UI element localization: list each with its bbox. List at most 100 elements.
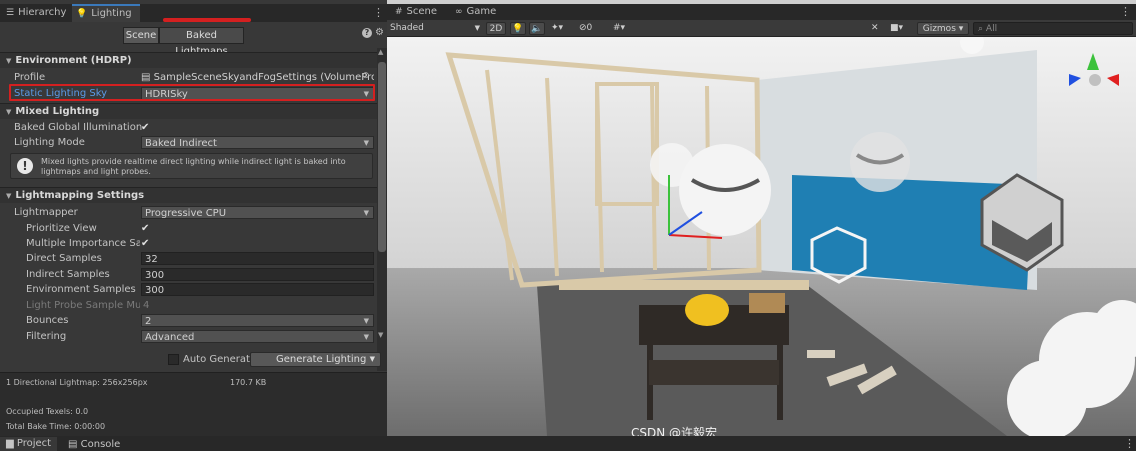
- baked-gi-row: Baked Global Illumination ✔: [0, 120, 377, 135]
- kebab-menu-icon[interactable]: ⋮: [1124, 437, 1135, 450]
- chevron-down-icon: ▼: [363, 139, 369, 147]
- total-bake-time: Total Bake Time: 0:00:00: [6, 422, 106, 431]
- chevron-down-icon: ▼: [363, 317, 369, 325]
- baked-gi-label: Baked Global Illumination: [14, 122, 142, 133]
- lightmapper-dropdown[interactable]: Progressive CPU ▼: [141, 206, 374, 219]
- profile-field[interactable]: ▤ SampleSceneSkyandFogSettings (VolumePr…: [141, 71, 374, 84]
- console-icon: ▤: [68, 439, 78, 450]
- chevron-down-icon[interactable]: ▼: [370, 353, 375, 366]
- annotation-highlight-box: [9, 84, 375, 101]
- direct-samples-label: Direct Samples: [26, 253, 102, 264]
- lighting-mode-dropdown[interactable]: Baked Indirect ▼: [141, 136, 374, 149]
- section-lightmapping[interactable]: ▼ Lightmapping Settings: [0, 187, 377, 203]
- foldout-icon: ▼: [6, 57, 12, 65]
- tab-baked-lightmaps[interactable]: Baked Lightmaps: [159, 27, 244, 57]
- grid-icon: #: [395, 7, 403, 17]
- tools-icon[interactable]: ✕: [871, 22, 885, 35]
- filtering-label: Filtering: [26, 331, 67, 342]
- prioritize-view-checkbox[interactable]: ✔: [141, 222, 152, 235]
- direct-samples-input[interactable]: 32: [141, 252, 374, 265]
- tab-console[interactable]: ▤ Console: [68, 438, 120, 451]
- generate-lighting-button[interactable]: Generate Lighting ▼: [250, 352, 381, 367]
- object-picker-icon[interactable]: ⊙: [362, 71, 370, 81]
- importance-sampling-checkbox[interactable]: ✔: [141, 237, 152, 250]
- info-icon: !: [17, 158, 33, 174]
- lightmap-size: 170.7 KB: [230, 378, 267, 387]
- section-mixed-lighting[interactable]: ▼ Mixed Lighting: [0, 103, 377, 119]
- lighting-toggle-icon[interactable]: 💡: [510, 22, 526, 35]
- kebab-menu-icon[interactable]: ⋮: [373, 6, 384, 19]
- hidden-objects-icon[interactable]: ⊘0: [579, 22, 609, 35]
- mixed-lighting-info: ! Mixed lights provide realtime direct l…: [10, 153, 373, 179]
- gizmos-dropdown[interactable]: Gizmos ▾: [917, 22, 969, 35]
- audio-toggle-icon[interactable]: 🔈: [529, 22, 545, 35]
- environment-samples-input[interactable]: 300: [141, 283, 374, 296]
- tab-scene[interactable]: # Scene: [391, 4, 445, 20]
- bounces-row: Bounces 2 ▼: [0, 313, 377, 328]
- search-icon: ⌕: [978, 24, 984, 34]
- auto-generate-toggle[interactable]: Auto Generate: [168, 353, 256, 367]
- chevron-down-icon: ▼: [363, 209, 369, 217]
- tab-hierarchy[interactable]: ☰ Hierarchy: [2, 4, 72, 22]
- foldout-icon: ▼: [6, 108, 12, 116]
- scroll-down-icon[interactable]: ▼: [378, 331, 383, 339]
- environment-samples-row: Environment Samples 300: [0, 282, 377, 297]
- profile-label: Profile: [14, 72, 46, 83]
- scrollbar-thumb[interactable]: [378, 62, 386, 252]
- tab-project[interactable]: ▆ Project: [0, 437, 58, 451]
- foldout-icon: ▼: [6, 192, 12, 200]
- inspector-scrollbar[interactable]: ▲ ▼: [377, 48, 387, 371]
- scene-search-input[interactable]: ⌕ All: [973, 22, 1133, 35]
- indirect-samples-input[interactable]: 300: [141, 268, 374, 281]
- scene-tab-bar: # Scene ∞ Game ⋮: [387, 4, 1136, 20]
- bounces-label: Bounces: [26, 315, 69, 326]
- filtering-row: Filtering Advanced ▼: [0, 329, 377, 344]
- chevron-down-icon: ▼: [363, 333, 369, 341]
- auto-generate-checkbox[interactable]: [168, 353, 179, 365]
- importance-sampling-label: Multiple Importance Samp: [26, 238, 140, 249]
- bulb-icon: 💡: [76, 9, 88, 19]
- lighting-mode-row: Lighting Mode Baked Indirect ▼: [0, 135, 377, 150]
- profile-row: Profile ▤ SampleSceneSkyandFogSettings (…: [0, 70, 377, 85]
- lighting-panel: ☰Hierarchy 💡Lighting ⋮ Scene Baked Light…: [0, 0, 387, 436]
- scene-render: [387, 30, 1136, 436]
- section-environment[interactable]: ▼ Environment (HDRP): [0, 52, 377, 68]
- probe-multiplier-row: Light Probe Sample Multip 4: [0, 298, 377, 313]
- asset-icon: ▤: [141, 72, 151, 83]
- occupied-texels: Occupied Texels: 0.0: [6, 407, 89, 416]
- effects-dropdown-icon[interactable]: ✦▾: [551, 22, 573, 35]
- camera-icon[interactable]: ■▾: [890, 22, 912, 35]
- bounces-dropdown[interactable]: 2 ▼: [141, 314, 374, 327]
- checkmark-icon: ✔: [141, 223, 150, 234]
- probe-multiplier-label: Light Probe Sample Multip: [26, 300, 140, 311]
- tab-scene-settings[interactable]: Scene: [123, 27, 159, 44]
- tab-lighting[interactable]: 💡 Lighting: [72, 4, 140, 22]
- checkmark-icon: ✔: [141, 238, 150, 249]
- scroll-up-icon[interactable]: ▲: [378, 48, 383, 56]
- lightmap-count: 1 Directional Lightmap: 256x256px: [6, 378, 148, 387]
- lightmapper-label: Lightmapper: [14, 207, 78, 218]
- lighting-mode-label: Lighting Mode: [14, 137, 85, 148]
- help-icon[interactable]: ?: [362, 28, 372, 38]
- baked-gi-checkbox[interactable]: ✔: [141, 121, 152, 134]
- list-icon: ☰: [6, 8, 15, 18]
- checkmark-icon: ✔: [141, 122, 150, 133]
- scene-toolbar: Shaded ▼ 2D 💡 🔈 ✦▾ ⊘0 #▾ ✕ ■▾ Gizmos ▾ ⌕…: [387, 20, 1136, 37]
- grid-toggle-icon[interactable]: #▾: [613, 22, 639, 35]
- filtering-dropdown[interactable]: Advanced ▼: [141, 330, 374, 343]
- tab-game[interactable]: ∞ Game: [451, 4, 503, 20]
- annotation-underline: [163, 18, 251, 22]
- gear-icon[interactable]: ⚙: [375, 27, 384, 38]
- scene-view[interactable]: # Scene ∞ Game ⋮ Shaded ▼ 2D 💡 🔈 ✦▾ ⊘0 #▾ …: [387, 0, 1136, 436]
- gamepad-icon: ∞: [455, 7, 463, 17]
- toggle-2d-button[interactable]: 2D: [486, 22, 506, 35]
- lightmapper-row: Lightmapper Progressive CPU ▼: [0, 205, 377, 220]
- prioritize-view-row: Prioritize View ✔: [0, 221, 377, 236]
- shading-mode-dropdown[interactable]: Shaded ▼: [390, 22, 482, 35]
- chevron-down-icon: ▼: [474, 24, 480, 32]
- probe-multiplier-value: 4: [143, 300, 150, 311]
- lightmap-stats: 1 Directional Lightmap: 256x256px 170.7 …: [0, 372, 387, 436]
- environment-samples-label: Environment Samples: [26, 284, 136, 295]
- indirect-samples-label: Indirect Samples: [26, 269, 110, 280]
- kebab-menu-icon[interactable]: ⋮: [1120, 5, 1131, 18]
